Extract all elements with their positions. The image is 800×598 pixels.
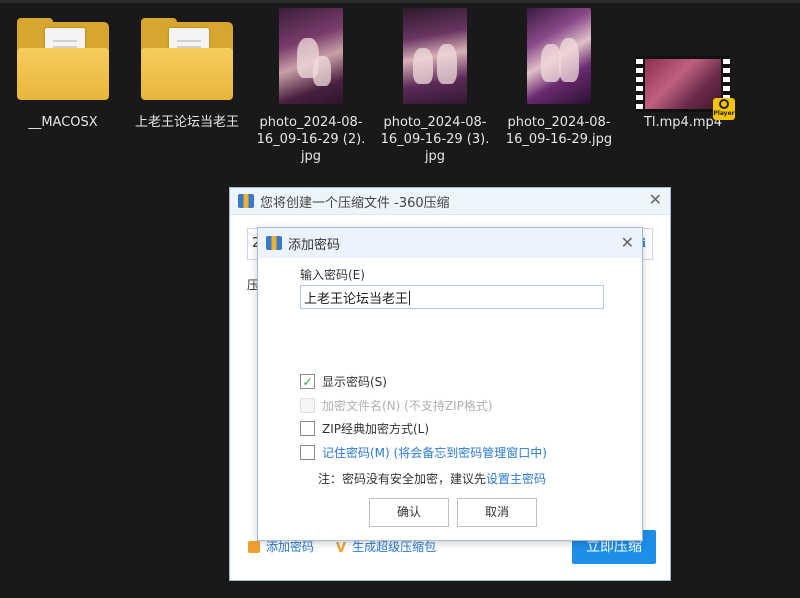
option-label: ZIP经典加密方式(L) [322,422,430,436]
file-item-video[interactable]: Player Tl.mp4.mp4 [624,8,742,131]
file-item-photo-3[interactable]: photo_2024-08-16_09-16-29 (3).jpg [376,8,494,165]
password-dialog-title: 添加密码 [288,237,341,253]
close-icon[interactable]: ✕ [621,235,634,251]
video-thumbnail: Player [635,56,735,120]
file-name: photo_2024-08-16_09-16-29 (2).jpg [256,115,366,164]
dialog-titlebar[interactable]: 您将创建一个压缩文件 -360压缩 [230,188,670,215]
close-icon[interactable]: ✕ [649,192,662,208]
add-password-dialog: 添加密码 ✕ 输入密码(E) 上老王论坛当老王 ✓ 显示密码(S) 加密文件名(… [258,228,642,540]
file-name: photo_2024-08-16_09-16-29 (3).jpg [380,115,490,164]
archive-icon [266,236,282,250]
zip-classic-encryption-option[interactable]: ZIP经典加密方式(L) [300,420,429,437]
show-password-option[interactable]: ✓ 显示密码(S) [300,373,387,390]
file-name: __MACOSX [28,115,98,130]
option-label: 显示密码(S) [322,375,387,389]
archive-icon [238,194,254,208]
checkbox-icon[interactable] [300,421,315,436]
note-text: 注：密码没有安全加密，建议先 [318,472,487,486]
file-item-macosx[interactable]: __MACOSX [4,8,122,131]
info-icon[interactable]: ℹ [641,236,646,250]
file-item-photo-2[interactable]: photo_2024-08-16_09-16-29 (2).jpg [252,8,370,165]
file-name: photo_2024-08-16_09-16-29.jpg [505,115,613,147]
create-sfx-link[interactable]: V 生成超级压缩包 [336,538,437,556]
cancel-button[interactable]: 取消 [457,498,537,527]
image-thumbnail [527,8,591,104]
password-input-value: 上老王论坛当老王 [304,292,409,307]
ok-button[interactable]: 确认 [369,498,449,527]
option-label: 加密文件名(N) (不支持ZIP格式) [322,399,493,413]
create-sfx-label: 生成超级压缩包 [352,540,437,554]
folder-icon [141,18,233,100]
file-item-folder-2[interactable]: 上老王论坛当老王 [128,8,246,131]
checkbox-icon[interactable] [300,445,315,460]
lock-icon [248,540,260,553]
checkbox-disabled-icon [300,398,315,413]
option-label: 记住密码(M) (将会备忘到密码管理窗口中) [322,446,547,460]
password-field-label: 输入密码(E) [300,268,365,282]
image-thumbnail [403,8,467,104]
add-password-label: 添加密码 [266,540,315,554]
checkbox-checked-icon[interactable]: ✓ [300,374,315,389]
file-name: 上老王论坛当老王 [134,115,239,130]
security-note: 注：密码没有安全加密，建议先设置主密码 [318,470,546,487]
v-icon: V [336,540,347,556]
folder-icon [17,18,109,100]
text-caret [409,291,411,305]
password-dialog-titlebar[interactable]: 添加密码 [258,228,642,258]
password-input[interactable]: 上老王论坛当老王 [300,285,604,309]
window-top-edge [0,0,800,3]
player-badge-icon: Player [713,98,735,120]
file-item-photo[interactable]: photo_2024-08-16_09-16-29.jpg [500,8,618,148]
encrypt-filename-option: 加密文件名(N) (不支持ZIP格式) [300,397,493,414]
add-password-link[interactable]: 添加密码 [248,538,314,555]
set-master-password-link[interactable]: 设置主密码 [486,472,546,486]
remember-password-option[interactable]: 记住密码(M) (将会备忘到密码管理窗口中) [300,444,547,461]
image-thumbnail [279,8,343,104]
dialog-title: 您将创建一个压缩文件 -360压缩 [260,195,450,211]
